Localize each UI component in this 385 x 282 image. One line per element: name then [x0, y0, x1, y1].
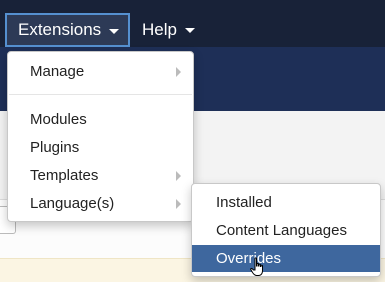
menu-extensions-label: Extensions: [18, 20, 102, 39]
menu-item-plugins[interactable]: Plugins: [8, 134, 193, 161]
menu-help[interactable]: Help: [142, 13, 195, 46]
submenu-item-label: Overrides: [216, 250, 282, 267]
menu-item-manage[interactable]: Manage: [8, 58, 193, 85]
menu-item-label: Modules: [30, 111, 87, 128]
submenu-item-label: Content Languages: [216, 222, 347, 239]
menu-item-label: Manage: [30, 63, 85, 80]
hand-pointer-icon: [250, 257, 263, 276]
chevron-right-icon: [176, 67, 181, 77]
menu-item-label: Language(s): [30, 195, 115, 212]
top-menubar: Extensions Help: [0, 0, 385, 47]
menu-item-templates[interactable]: Templates: [8, 162, 193, 189]
menu-item-label: Templates: [30, 167, 99, 184]
chevron-right-icon: [176, 199, 181, 209]
languages-submenu: Installed Content Languages Overrides: [191, 183, 381, 277]
submenu-item-installed[interactable]: Installed: [192, 189, 380, 216]
chevron-right-icon: [176, 171, 181, 181]
menu-extensions[interactable]: Extensions: [5, 13, 130, 47]
extensions-dropdown: Manage Modules Plugins Templates Languag…: [7, 51, 194, 222]
submenu-item-content-languages[interactable]: Content Languages: [192, 217, 380, 244]
menu-help-label: Help: [142, 19, 177, 39]
submenu-item-overrides[interactable]: Overrides: [192, 245, 380, 272]
menu-item-languages[interactable]: Language(s): [8, 190, 193, 217]
menu-item-modules[interactable]: Modules: [8, 106, 193, 133]
submenu-item-label: Installed: [216, 194, 272, 211]
caret-down-icon: [109, 28, 120, 34]
menu-divider: [9, 94, 192, 95]
caret-down-icon: [184, 28, 195, 33]
menu-item-label: Plugins: [30, 139, 80, 156]
